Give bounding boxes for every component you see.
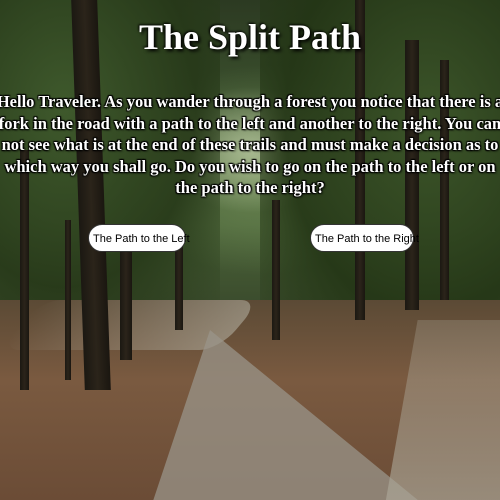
story-text: Hello Traveler. As you wander through a … <box>0 92 500 197</box>
tree-trunk <box>272 200 280 340</box>
right-path-button[interactable]: The Path to the Right <box>310 224 419 252</box>
forest-background <box>0 0 500 500</box>
left-path-button[interactable]: The Path to the Left <box>88 224 190 252</box>
tree-trunk <box>65 220 71 380</box>
tree-trunk <box>175 240 183 330</box>
main-trail <box>150 330 430 500</box>
page-title: The Split Path <box>138 17 362 57</box>
